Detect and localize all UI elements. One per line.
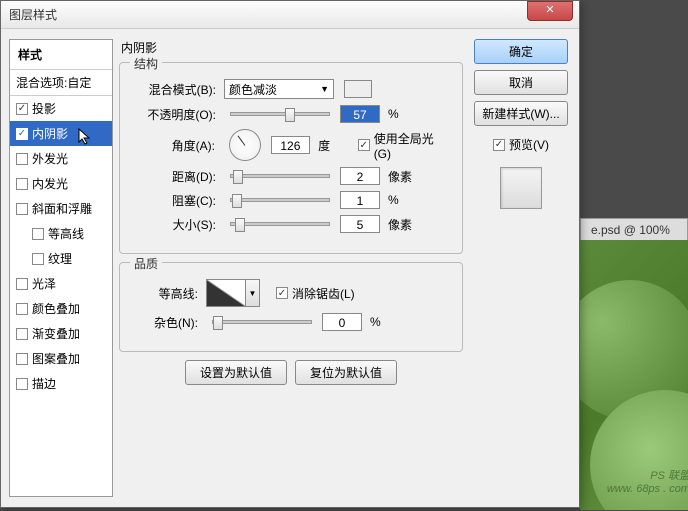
sidebar-item-label: 外发光 <box>32 150 68 167</box>
blendmode-label: 混合模式(B): <box>132 81 220 98</box>
sidebar-header: 样式 <box>10 40 112 70</box>
sidebar-item-label: 图案叠加 <box>32 350 80 367</box>
chevron-down-icon: ▼ <box>320 84 329 94</box>
choke-slider[interactable] <box>230 198 330 202</box>
checkbox-icon[interactable] <box>16 178 28 190</box>
checkbox-icon[interactable] <box>16 278 28 290</box>
quality-legend: 品质 <box>130 255 162 272</box>
sidebar-item-label: 内发光 <box>32 175 68 192</box>
blend-options-item[interactable]: 混合选项:自定 <box>10 70 112 96</box>
angle-label: 角度(A): <box>132 137 219 154</box>
size-slider[interactable] <box>230 222 330 226</box>
sidebar-item-label: 纹理 <box>48 250 72 267</box>
contour-label: 等高线: <box>132 285 202 302</box>
angle-input[interactable]: 126 <box>271 136 311 154</box>
new-style-button[interactable]: 新建样式(W)... <box>474 101 568 126</box>
sidebar-item-10[interactable]: 图案叠加 <box>10 346 112 371</box>
opacity-input[interactable]: 57 <box>340 105 380 123</box>
sidebar-item-label: 内阴影 <box>32 125 68 142</box>
size-input[interactable]: 5 <box>340 215 380 233</box>
sidebar-item-0[interactable]: 投影 <box>10 96 112 121</box>
checkbox-icon[interactable] <box>16 103 28 115</box>
close-button[interactable]: ✕ <box>527 1 573 21</box>
dialog-title: 图层样式 <box>9 6 527 23</box>
sidebar-item-6[interactable]: 纹理 <box>10 246 112 271</box>
panel-title: 内阴影 <box>119 39 463 56</box>
distance-label: 距离(D): <box>132 168 220 185</box>
sidebar-item-label: 投影 <box>32 100 56 117</box>
contour-picker[interactable] <box>206 279 246 307</box>
sidebar-item-label: 描边 <box>32 375 56 392</box>
checkbox-icon[interactable] <box>16 353 28 365</box>
noise-unit: % <box>370 315 400 329</box>
contour-dropdown[interactable]: ▼ <box>246 279 260 307</box>
quality-fieldset: 品质 等高线: ▼ 消除锯齿(L) 杂色(N): <box>119 262 463 352</box>
noise-slider[interactable] <box>212 320 312 324</box>
checkbox-icon[interactable] <box>16 153 28 165</box>
distance-unit: 像素 <box>388 168 418 185</box>
sidebar-item-8[interactable]: 颜色叠加 <box>10 296 112 321</box>
sidebar-item-label: 光泽 <box>32 275 56 292</box>
global-light-checkbox[interactable]: 使用全局光(G) <box>358 130 450 161</box>
sidebar-item-7[interactable]: 光泽 <box>10 271 112 296</box>
checkbox-icon[interactable] <box>32 228 44 240</box>
sidebar-item-label: 等高线 <box>48 225 84 242</box>
sidebar-item-5[interactable]: 等高线 <box>10 221 112 246</box>
choke-input[interactable]: 1 <box>340 191 380 209</box>
checkbox-icon[interactable] <box>16 203 28 215</box>
opacity-unit: % <box>388 107 418 121</box>
distance-input[interactable]: 2 <box>340 167 380 185</box>
reset-default-button[interactable]: 复位为默认值 <box>295 360 397 385</box>
sidebar-item-11[interactable]: 描边 <box>10 371 112 396</box>
canvas-image: PS 联盟 www. 68ps . com <box>580 240 688 510</box>
antialias-checkbox[interactable]: 消除锯齿(L) <box>276 285 355 302</box>
sidebar-item-label: 斜面和浮雕 <box>32 200 92 217</box>
checkbox-icon[interactable] <box>16 328 28 340</box>
sidebar-item-2[interactable]: 外发光 <box>10 146 112 171</box>
opacity-label: 不透明度(O): <box>132 106 220 123</box>
checkbox-icon[interactable] <box>16 303 28 315</box>
titlebar: 图层样式 ✕ <box>1 1 579 29</box>
distance-slider[interactable] <box>230 174 330 178</box>
color-swatch[interactable] <box>344 80 372 98</box>
preview-swatch <box>500 167 542 209</box>
checkbox-icon[interactable] <box>16 128 28 140</box>
set-default-button[interactable]: 设置为默认值 <box>185 360 287 385</box>
choke-unit: % <box>388 193 418 207</box>
ok-button[interactable]: 确定 <box>474 39 568 64</box>
angle-unit: 度 <box>318 137 348 154</box>
preview-checkbox[interactable]: 预览(V) <box>493 136 549 153</box>
sidebar-item-label: 渐变叠加 <box>32 325 80 342</box>
cancel-button[interactable]: 取消 <box>474 70 568 95</box>
noise-label: 杂色(N): <box>132 314 202 331</box>
noise-input[interactable]: 0 <box>322 313 362 331</box>
structure-fieldset: 结构 混合模式(B): 颜色减淡▼ 不透明度(O): 57 % <box>119 62 463 254</box>
size-label: 大小(S): <box>132 216 220 233</box>
structure-legend: 结构 <box>130 55 162 72</box>
sidebar-item-3[interactable]: 内发光 <box>10 171 112 196</box>
choke-label: 阻塞(C): <box>132 192 220 209</box>
watermark: PS 联盟 www. 68ps . com <box>607 467 688 495</box>
sidebar-item-label: 颜色叠加 <box>32 300 80 317</box>
angle-dial[interactable] <box>229 129 261 161</box>
layer-style-dialog: 图层样式 ✕ 样式 混合选项:自定 投影内阴影外发光内发光斜面和浮雕等高线纹理光… <box>0 0 580 508</box>
blendmode-select[interactable]: 颜色减淡▼ <box>224 79 334 99</box>
sidebar-item-4[interactable]: 斜面和浮雕 <box>10 196 112 221</box>
size-unit: 像素 <box>388 216 418 233</box>
opacity-slider[interactable] <box>230 112 330 116</box>
sidebar-item-9[interactable]: 渐变叠加 <box>10 321 112 346</box>
checkbox-icon[interactable] <box>32 253 44 265</box>
checkbox-icon[interactable] <box>16 378 28 390</box>
styles-sidebar: 样式 混合选项:自定 投影内阴影外发光内发光斜面和浮雕等高线纹理光泽颜色叠加渐变… <box>9 39 113 497</box>
sidebar-item-1[interactable]: 内阴影 <box>10 121 112 146</box>
